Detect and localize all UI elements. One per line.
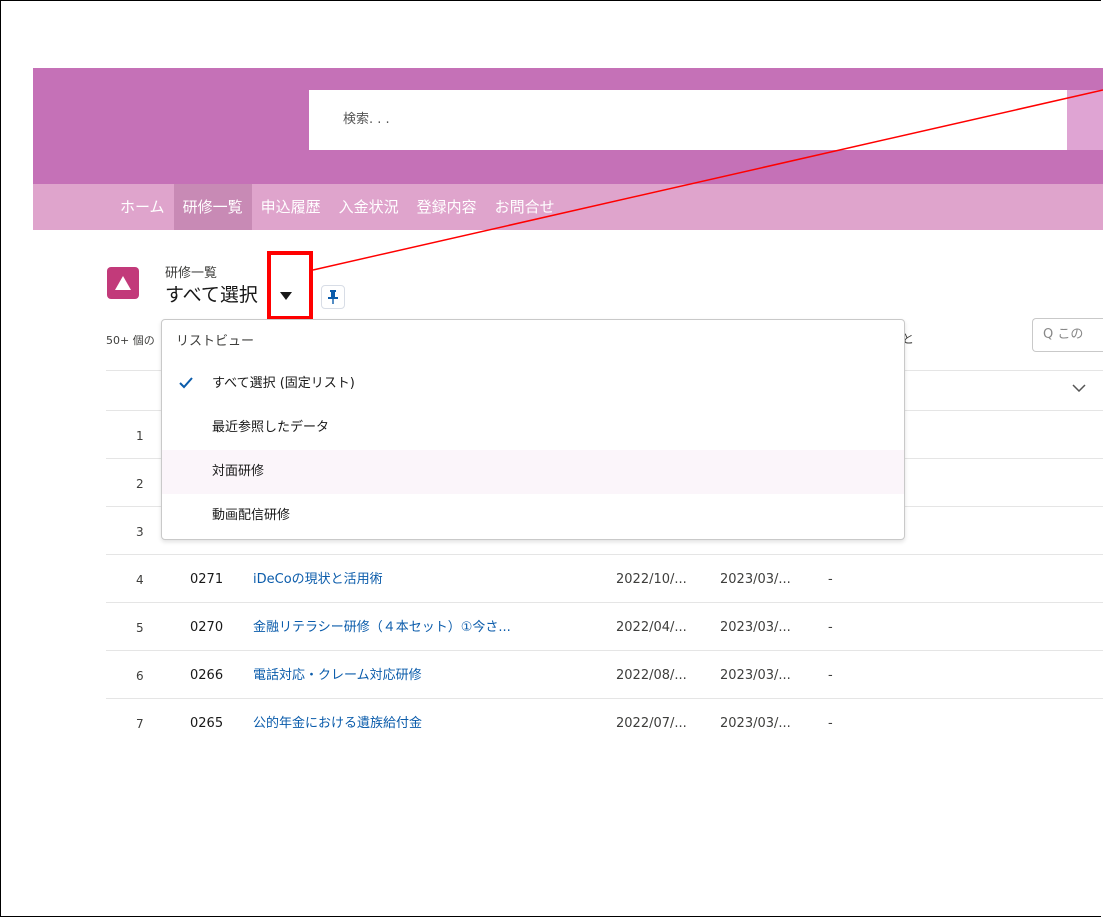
list-search-input[interactable]: Q この: [1032, 318, 1103, 352]
dropdown-item-label: 最近参照したデータ: [212, 420, 330, 435]
nav-item-contact[interactable]: お問合せ: [486, 184, 564, 230]
chevron-down-icon: [1072, 384, 1086, 392]
start-date: 2022/04/...: [616, 620, 687, 635]
object-icon: [107, 267, 139, 299]
end-date: 2023/03/...: [720, 572, 791, 587]
nav-item-application-history[interactable]: 申込履歴: [252, 184, 330, 230]
global-search-input[interactable]: 検索. . .: [309, 90, 1067, 150]
row-number: 5: [136, 621, 144, 635]
row-number: 2: [136, 477, 144, 491]
dropdown-item-all[interactable]: すべて選択 (固定リスト): [162, 362, 904, 406]
record-count: 50+ 個の: [106, 334, 155, 347]
nav-item-payment-status[interactable]: 入金状況: [330, 184, 408, 230]
training-title-link[interactable]: 電話対応・クレーム対応研修: [253, 652, 422, 700]
row-number: 4: [136, 573, 144, 587]
annotation-highlight-box: [267, 251, 313, 320]
dropdown-item-in-person[interactable]: 対面研修: [162, 450, 904, 494]
table-row: 7 0265 公的年金における遺族給付金 2022/07/... 2023/03…: [106, 700, 1103, 748]
list-view-title: すべて選択: [165, 284, 258, 306]
nav-bar: ホーム 研修一覧 申込履歴 入金状況 登録内容 お問合せ: [33, 184, 1103, 230]
start-date: 2022/10/...: [616, 572, 687, 587]
end-date: 2023/03/...: [720, 716, 791, 731]
list-view-dropdown: リストビュー すべて選択 (固定リスト) 最近参照したデータ 対面研修 動画配信…: [161, 319, 905, 540]
extra-value: -: [828, 668, 833, 683]
row-number: 1: [136, 429, 144, 443]
nav-item-home[interactable]: ホーム: [111, 184, 174, 230]
training-code: 0266: [190, 668, 224, 683]
table-row: 6 0266 電話対応・クレーム対応研修 2022/08/... 2023/03…: [106, 652, 1103, 700]
dropdown-item-video[interactable]: 動画配信研修: [162, 494, 904, 538]
row-number: 7: [136, 717, 144, 731]
table-row: 4 0271 iDeCoの現状と活用術 2022/10/... 2023/03/…: [106, 556, 1103, 604]
extra-value: -: [828, 572, 833, 587]
triangle-icon: [115, 276, 131, 290]
start-date: 2022/08/...: [616, 668, 687, 683]
dropdown-header: リストビュー: [176, 334, 255, 349]
training-title-link[interactable]: 金融リテラシー研修（４本セット）①今さ...: [253, 604, 511, 652]
pin-list-view-button[interactable]: [321, 285, 345, 309]
search-button[interactable]: [1067, 90, 1103, 150]
column-menu-button[interactable]: [1063, 374, 1095, 404]
row-number: 6: [136, 669, 144, 683]
nav-item-registration[interactable]: 登録内容: [408, 184, 486, 230]
dropdown-item-label: すべて選択 (固定リスト): [212, 376, 355, 391]
dropdown-item-label: 対面研修: [212, 464, 265, 479]
dropdown-item-recent[interactable]: 最近参照したデータ: [162, 406, 904, 450]
start-date: 2022/07/...: [616, 716, 687, 731]
training-code: 0271: [190, 572, 224, 587]
dropdown-item-label: 動画配信研修: [212, 508, 291, 523]
end-date: 2023/03/...: [720, 620, 791, 635]
training-code: 0265: [190, 716, 224, 731]
training-title-link[interactable]: iDeCoの現状と活用術: [253, 556, 383, 604]
row-number: 3: [136, 525, 144, 539]
training-title-link[interactable]: 公的年金における遺族給付金: [253, 700, 422, 748]
nav-item-training-list[interactable]: 研修一覧: [173, 184, 252, 230]
check-icon: [179, 377, 193, 389]
end-date: 2023/03/...: [720, 668, 791, 683]
training-code: 0270: [190, 620, 224, 635]
table-row: 5 0270 金融リテラシー研修（４本セット）①今さ... 2022/04/..…: [106, 604, 1103, 652]
extra-value: -: [828, 716, 833, 731]
extra-value: -: [828, 620, 833, 635]
pin-icon: [328, 290, 338, 304]
object-label: 研修一覧: [165, 266, 218, 281]
